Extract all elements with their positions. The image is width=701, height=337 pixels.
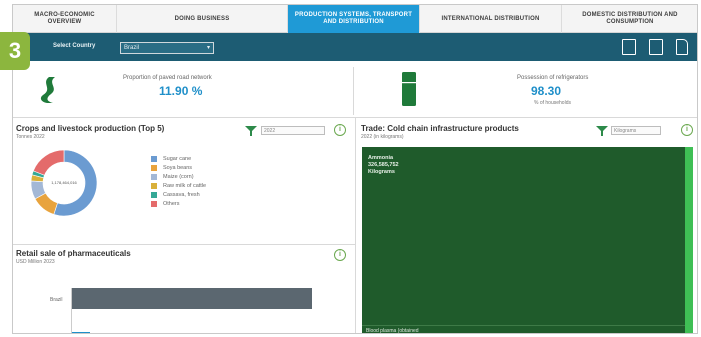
cold-chain-subtitle: 2022 (in kilograms): [361, 134, 404, 140]
road-icon: [40, 77, 55, 103]
crops-year-select[interactable]: 2022: [261, 126, 325, 135]
kpi-paved-roads: Proportion of paved road network 11.90 %: [13, 67, 351, 115]
treemap-bottom-label: Blood plasma (obtained: [366, 328, 419, 334]
legend-item[interactable]: Cassava, fresh: [151, 191, 206, 199]
legend-item[interactable]: Maize (corn): [151, 173, 206, 181]
legend-swatch: [151, 174, 157, 180]
kpi-divider: [353, 67, 354, 115]
legend-swatch: [151, 192, 157, 198]
legend-swatch: [151, 156, 157, 162]
kpi-fridge-value: 98.30: [531, 84, 562, 98]
export-pdf-icon[interactable]: [676, 39, 688, 55]
legend-label: Maize (corn): [163, 174, 194, 180]
treemap-side-tile[interactable]: [685, 147, 693, 333]
pharma-subtitle: USD Million 2023: [16, 259, 55, 265]
kpi-refrigerators: Possession of refrigerators 98.30 % of h…: [355, 67, 697, 115]
filter-bar: Select Country Brazil ▾: [13, 33, 697, 61]
crops-title: Crops and livestock production (Top 5): [16, 124, 165, 133]
crops-subtitle: Tonnes 2022: [16, 134, 45, 140]
legend-item[interactable]: Soya beans: [151, 164, 206, 172]
pharma-bar[interactable]: [72, 288, 312, 309]
legend-item[interactable]: Raw milk of cattle: [151, 182, 206, 190]
legend-label: Soya beans: [163, 165, 193, 171]
left-panel-divider: [13, 244, 355, 245]
treemap-item-value: 326,585,752: [368, 162, 399, 168]
legend-label: Others: [163, 201, 180, 207]
unit-select-value: Kilograms: [614, 128, 637, 134]
pharma-title: Retail sale of pharmaceuticals: [16, 249, 131, 258]
legend-swatch: [151, 201, 157, 207]
legend-label: Cassava, fresh: [163, 192, 200, 198]
cold-chain-title: Trade: Cold chain infrastructure product…: [361, 124, 519, 133]
info-icon[interactable]: i: [681, 124, 693, 136]
tab-domestic-distribution[interactable]: DOMESTIC DISTRIBUTION AND CONSUMPTION: [562, 5, 697, 33]
treemap-item-name: Ammonia: [368, 155, 394, 161]
unit-select[interactable]: Kilograms: [611, 126, 661, 135]
pharma-bar-secondary[interactable]: [72, 332, 90, 333]
country-select-label: Select Country: [53, 43, 96, 49]
pharma-bar-label: Brazil: [50, 297, 63, 303]
export-excel-icon[interactable]: [622, 39, 636, 55]
column-divider: [355, 117, 356, 333]
tab-macro-economic[interactable]: MACRO-ECONOMIC OVERVIEW: [13, 5, 117, 33]
kpi-roads-value: 11.90 %: [159, 84, 203, 98]
crops-legend: Sugar cane Soya beans Maize (corn) Raw m…: [151, 155, 206, 209]
tab-international-distribution[interactable]: INTERNATIONAL DISTRIBUTION: [420, 5, 562, 33]
legend-label: Sugar cane: [163, 156, 192, 162]
chevron-down-icon: ▾: [206, 45, 210, 51]
legend-item[interactable]: Others: [151, 200, 206, 208]
country-select-value: Brazil: [124, 45, 140, 51]
treemap-bottom-tile[interactable]: Blood plasma (obtained: [362, 325, 685, 334]
treemap-top-label: Ammonia 326,585,752 Kilograms: [368, 155, 399, 176]
kpi-fridge-caption: Possession of refrigerators: [517, 75, 589, 81]
kpi-fridge-unit: % of households: [534, 100, 571, 106]
refrigerator-icon: [402, 72, 416, 106]
donut-center-total: 1,178,464,016: [51, 180, 77, 185]
legend-item[interactable]: Sugar cane: [151, 155, 206, 163]
step-badge: 3: [0, 32, 30, 70]
legend-swatch: [151, 165, 157, 171]
donut-slice[interactable]: [32, 149, 65, 176]
info-icon[interactable]: i: [334, 249, 346, 261]
treemap-item-unit: Kilograms: [368, 169, 395, 175]
legend-swatch: [151, 183, 157, 189]
dashboard-frame: MACRO-ECONOMIC OVERVIEW DOING BUSINESS P…: [12, 4, 698, 334]
legend-label: Raw milk of cattle: [163, 183, 207, 189]
kpi-roads-caption: Proportion of paved road network: [123, 75, 212, 81]
info-icon[interactable]: i: [334, 124, 346, 136]
crops-year-value: 2022: [264, 128, 276, 134]
tab-production-systems[interactable]: PRODUCTION SYSTEMS, TRANSPORT AND DISTRI…: [288, 5, 420, 33]
tab-doing-business[interactable]: DOING BUSINESS: [117, 5, 288, 33]
cold-chain-treemap[interactable]: Ammonia 326,585,752 Kilograms Blood plas…: [362, 147, 693, 334]
tab-bar: MACRO-ECONOMIC OVERVIEW DOING BUSINESS P…: [13, 5, 697, 33]
filter-icon[interactable]: [245, 126, 257, 136]
country-select[interactable]: Brazil ▾: [120, 42, 214, 54]
export-image-icon[interactable]: [649, 39, 663, 55]
filter-icon[interactable]: [596, 126, 608, 136]
